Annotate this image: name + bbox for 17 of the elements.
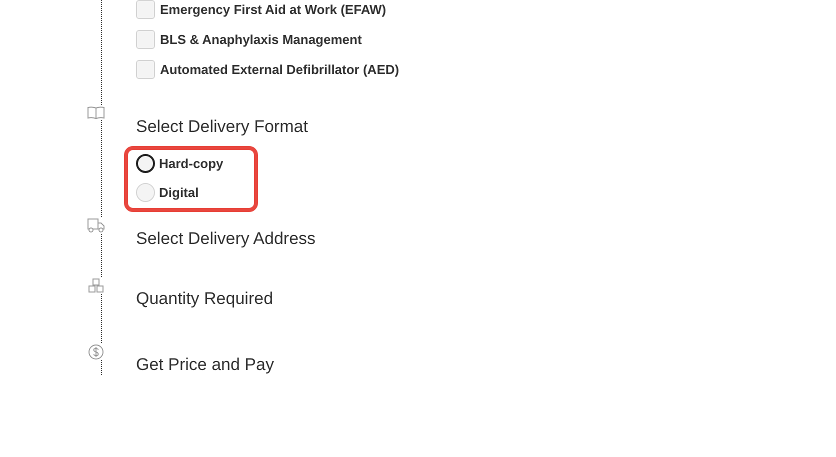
radio-label: Digital xyxy=(159,185,199,200)
truck-icon xyxy=(86,218,104,233)
step-title: Get Price and Pay xyxy=(136,355,274,375)
step-title: Select Delivery Format xyxy=(136,117,308,137)
checkbox-label: Automated External Defibrillator (AED) xyxy=(160,62,400,77)
checkbox[interactable] xyxy=(136,30,155,49)
radio-label: Hard-copy xyxy=(159,156,224,171)
checkbox[interactable] xyxy=(136,60,155,79)
checkbox-label: Emergency First Aid at Work (EFAW) xyxy=(160,2,386,17)
radio-button[interactable] xyxy=(136,154,155,173)
checkbox-label: BLS & Anaphylaxis Management xyxy=(160,32,362,47)
dollar-icon xyxy=(88,344,104,360)
step-title: Quantity Required xyxy=(136,289,274,309)
book-icon xyxy=(86,106,104,119)
step-title: Select Delivery Address xyxy=(136,229,316,249)
boxes-icon xyxy=(88,278,104,293)
checkbox[interactable] xyxy=(136,0,155,19)
